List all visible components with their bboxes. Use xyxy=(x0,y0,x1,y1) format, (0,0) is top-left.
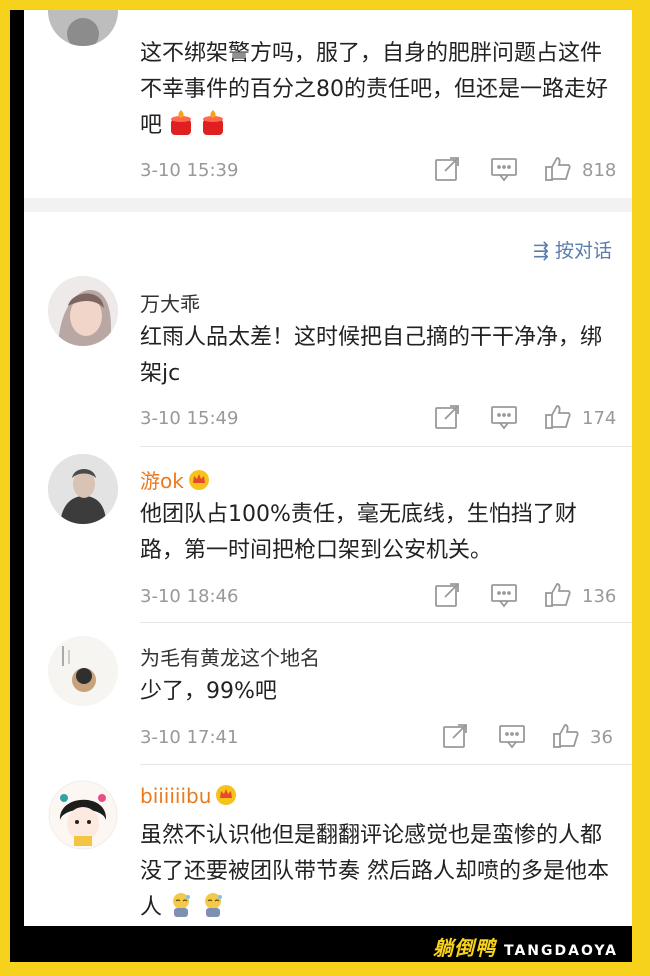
sort-label: 按对话 xyxy=(554,240,612,262)
logo-pinyin: TANGDAOYA xyxy=(504,943,618,959)
comment-time: 3-10 17:41 xyxy=(140,727,239,748)
candle-emoji xyxy=(200,109,226,137)
divider xyxy=(140,446,632,447)
sweat-emoji xyxy=(200,891,226,919)
comment-icon[interactable] xyxy=(490,582,517,608)
username-text: 游ok xyxy=(140,469,184,493)
comment-icon[interactable] xyxy=(498,723,525,749)
sort-by-conversation-button[interactable]: ⇶ 按对话 xyxy=(533,236,612,263)
sweat-emoji xyxy=(168,891,194,919)
username[interactable]: 为毛有黄龙这个地名 xyxy=(140,642,320,671)
share-icon[interactable] xyxy=(442,723,468,749)
username[interactable]: 万大乖 xyxy=(140,288,200,317)
comment-meta: 3-10 18:46 136 xyxy=(140,582,620,612)
comment-meta: 3-10 17:41 36 xyxy=(140,723,620,753)
comment-meta: 3-10 15:39 818 xyxy=(140,156,620,186)
username-text: biiiiiibu xyxy=(140,784,212,808)
comment-feed: 这不绑架警方吗，服了，自身的肥胖问题占这件不幸事件的百分之80的责任吧，但还是一… xyxy=(24,10,632,926)
comment-time: 3-10 18:46 xyxy=(140,586,239,607)
vip-crown-icon xyxy=(216,785,237,805)
screenshot-frame: 这不绑架警方吗，服了，自身的肥胖问题占这件不幸事件的百分之80的责任吧，但还是一… xyxy=(10,10,632,926)
avatar[interactable] xyxy=(48,780,118,850)
avatar[interactable] xyxy=(48,636,118,706)
comment-text: 这不绑架警方吗，服了，自身的肥胖问题占这件不幸事件的百分之80的责任吧，但还是一… xyxy=(140,41,608,138)
avatar-image xyxy=(48,454,118,524)
avatar[interactable] xyxy=(48,10,118,46)
avatar-image xyxy=(48,636,118,706)
like-icon[interactable] xyxy=(544,404,571,430)
divider xyxy=(140,622,632,623)
share-icon[interactable] xyxy=(434,404,460,430)
like-count: 174 xyxy=(582,408,617,429)
candle-emoji xyxy=(168,109,194,137)
avatar-image xyxy=(48,276,118,346)
like-icon[interactable] xyxy=(552,723,579,749)
like-icon[interactable] xyxy=(544,156,571,182)
comment-time: 3-10 15:39 xyxy=(140,160,239,181)
divider xyxy=(140,764,632,765)
comment-icon[interactable] xyxy=(490,404,517,430)
like-count: 818 xyxy=(582,160,617,181)
comment-text: 红雨人品太差！这时候把自己摘的干干净净，绑架jc xyxy=(140,325,603,386)
watermark-bar: 躺倒鸭 TANGDAOYA xyxy=(10,926,632,962)
like-count: 136 xyxy=(582,586,617,607)
comment-time: 3-10 15:49 xyxy=(140,408,239,429)
section-separator xyxy=(24,198,632,212)
avatar-image xyxy=(48,10,118,46)
like-icon[interactable] xyxy=(544,582,571,608)
username[interactable]: biiiiiibu xyxy=(140,784,237,808)
comment-text: 他团队占100%责任，毫无底线，生怕挡了财路，第一时间把枪口架到公安机关。 xyxy=(140,502,577,563)
share-icon[interactable] xyxy=(434,582,460,608)
comment-meta: 3-10 15:49 174 xyxy=(140,404,620,434)
logo-text: 躺倒鸭 xyxy=(433,936,496,960)
share-icon[interactable] xyxy=(434,156,460,182)
avatar[interactable] xyxy=(48,454,118,524)
comment-icon[interactable] xyxy=(490,156,517,182)
like-count: 36 xyxy=(590,727,613,748)
avatar-image xyxy=(48,780,118,850)
username[interactable]: 游ok xyxy=(140,465,210,494)
comment-text: 虽然不认识他但是翻翻评论感觉也是蛮惨的人都没了还要被团队带节奏 然后路人却喷的多… xyxy=(140,823,609,920)
sort-icon: ⇶ xyxy=(533,240,549,262)
watermark-logo: 躺倒鸭 TANGDAOYA xyxy=(433,932,618,961)
avatar[interactable] xyxy=(48,276,118,346)
comment-text: 少了，99%吧 xyxy=(140,679,277,704)
vip-crown-icon xyxy=(188,470,209,490)
